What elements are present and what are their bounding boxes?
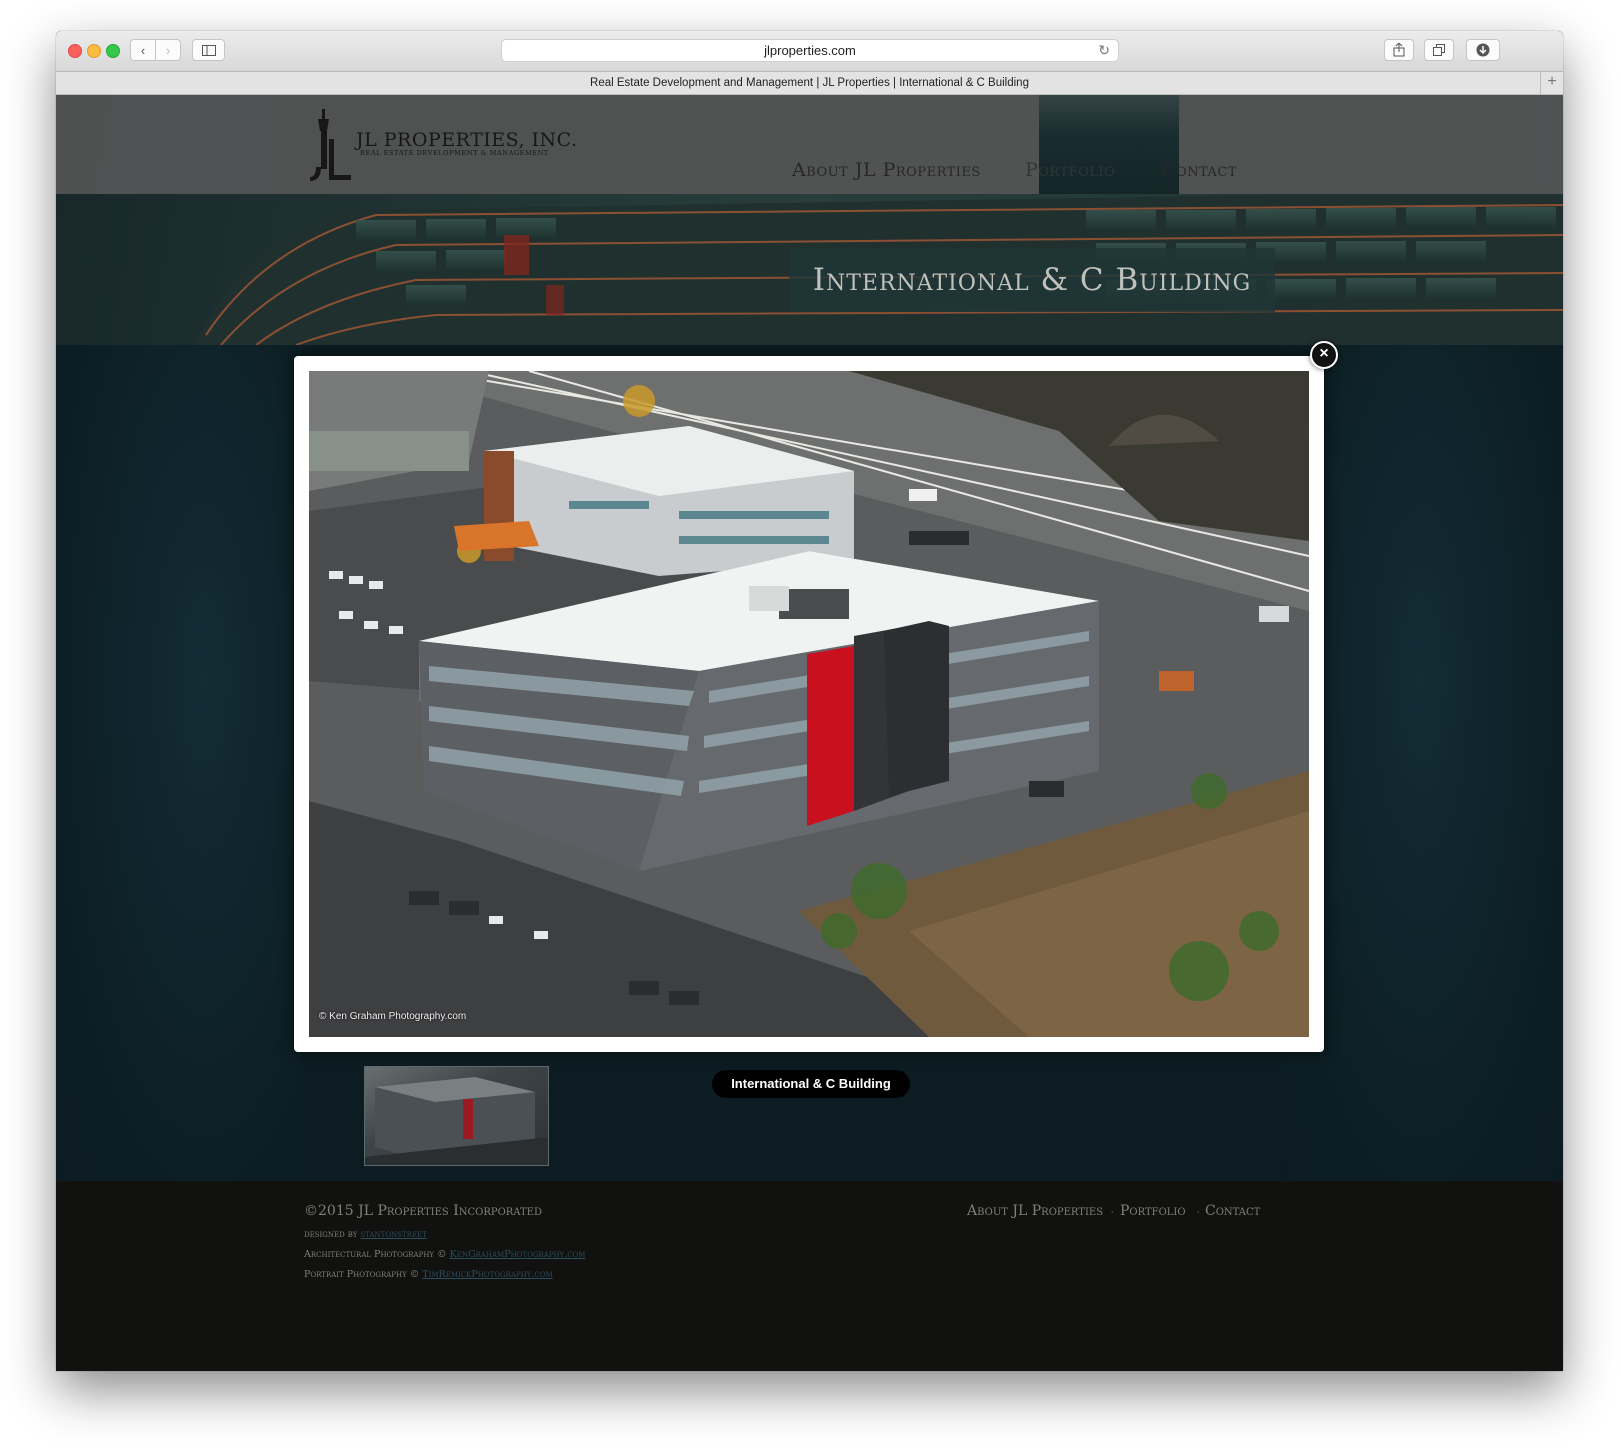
- building-thumbnail-image: [365, 1077, 548, 1165]
- back-button[interactable]: ‹: [130, 39, 156, 61]
- reload-icon[interactable]: ↻: [1098, 40, 1110, 61]
- share-button[interactable]: [1384, 39, 1414, 61]
- downloads-button[interactable]: [1466, 39, 1500, 61]
- browser-window: ‹ › jlproperties.com ↻ Real Estate Devel…: [56, 31, 1563, 1371]
- tabs-overview-button[interactable]: [1424, 39, 1454, 61]
- sidebar-button[interactable]: [192, 39, 225, 61]
- lightbox-close-button[interactable]: ×: [1310, 341, 1338, 369]
- forward-button[interactable]: ›: [155, 39, 181, 61]
- lightbox-modal: © Ken Graham Photography.com: [294, 356, 1324, 1052]
- tab-bar: Real Estate Development and Management |…: [56, 72, 1563, 95]
- share-icon: [1393, 43, 1405, 57]
- lightbox-caption: International & C Building: [712, 1070, 910, 1098]
- browser-toolbar: ‹ › jlproperties.com ↻: [56, 31, 1563, 72]
- download-icon: [1476, 43, 1490, 57]
- portfolio-thumbnail[interactable]: [364, 1066, 549, 1166]
- photo-credit: © Ken Graham Photography.com: [319, 1011, 467, 1022]
- chevron-right-icon: ›: [165, 42, 171, 58]
- sidebar-icon: [201, 44, 216, 56]
- tab-title[interactable]: Real Estate Development and Management |…: [590, 77, 1029, 89]
- url-text: jlproperties.com: [764, 43, 856, 58]
- new-tab-button[interactable]: +: [1540, 72, 1563, 94]
- address-bar[interactable]: jlproperties.com ↻: [501, 39, 1119, 62]
- chevron-left-icon: ‹: [140, 42, 146, 58]
- zoom-window-button[interactable]: [106, 44, 120, 58]
- tabs-icon: [1432, 44, 1445, 56]
- close-window-button[interactable]: [68, 44, 82, 58]
- minimize-window-button[interactable]: [87, 44, 101, 58]
- close-icon: ×: [1319, 345, 1329, 362]
- building-photo: © Ken Graham Photography.com: [309, 371, 1309, 1037]
- aerial-building-image: [309, 371, 1309, 1037]
